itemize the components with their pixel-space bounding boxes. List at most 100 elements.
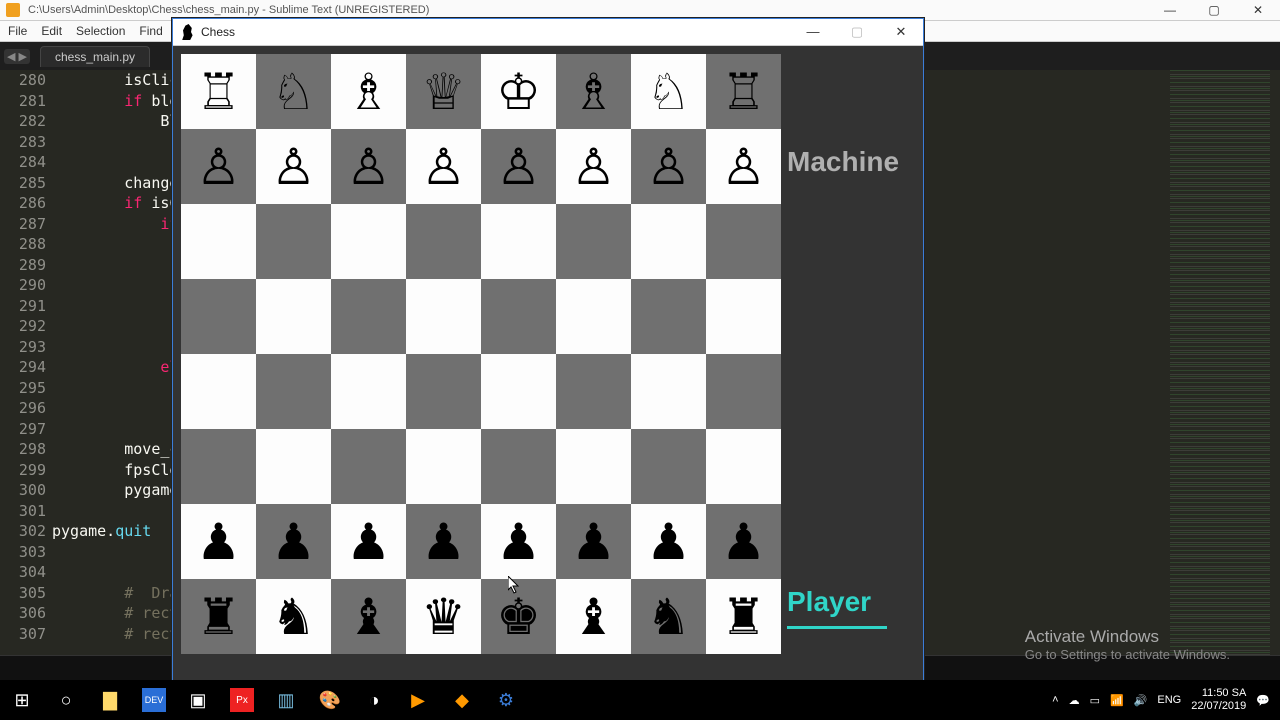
tray-battery-icon[interactable]: ▭ [1090, 694, 1100, 707]
square-3-3[interactable] [406, 279, 481, 354]
file-explorer-icon[interactable]: ▇ [88, 680, 132, 720]
square-0-6[interactable]: ♘ [631, 54, 706, 129]
square-3-0[interactable] [181, 279, 256, 354]
square-2-5[interactable] [556, 204, 631, 279]
media-player-icon[interactable]: ▶ [396, 680, 440, 720]
maximize-button[interactable]: ▢ [1192, 0, 1236, 20]
cortana-button[interactable]: ○ [44, 680, 88, 720]
square-7-3[interactable]: ♛ [406, 579, 481, 654]
square-4-4[interactable] [481, 354, 556, 429]
browser-icon[interactable]: ◑ [352, 680, 396, 720]
tray-clock[interactable]: 11:50 SA 22/07/2019 [1191, 687, 1246, 713]
chess-board[interactable]: ♖♘♗♕♔♗♘♖♙♙♙♙♙♙♙♙♟♟♟♟♟♟♟♟♜♞♝♛♚♝♞♜ [181, 54, 781, 654]
chess-minimize-button[interactable]: — [791, 19, 835, 45]
square-7-6[interactable]: ♞ [631, 579, 706, 654]
square-1-5[interactable]: ♙ [556, 129, 631, 204]
square-5-5[interactable] [556, 429, 631, 504]
square-5-0[interactable] [181, 429, 256, 504]
square-1-7[interactable]: ♙ [706, 129, 781, 204]
tray-lang[interactable]: ENG [1157, 694, 1181, 706]
terminal-icon[interactable]: ▣ [176, 680, 220, 720]
square-4-1[interactable] [256, 354, 331, 429]
notepad-icon[interactable]: ▥ [264, 680, 308, 720]
square-7-0[interactable]: ♜ [181, 579, 256, 654]
tray-volume-icon[interactable]: 🔊 [1134, 694, 1148, 707]
square-4-7[interactable] [706, 354, 781, 429]
square-2-0[interactable] [181, 204, 256, 279]
square-6-1[interactable]: ♟ [256, 504, 331, 579]
square-1-4[interactable]: ♙ [481, 129, 556, 204]
square-0-0[interactable]: ♖ [181, 54, 256, 129]
chess-titlebar[interactable]: Chess — ▢ ✕ [173, 19, 923, 46]
square-6-3[interactable]: ♟ [406, 504, 481, 579]
minimize-button[interactable]: — [1148, 0, 1192, 20]
square-6-5[interactable]: ♟ [556, 504, 631, 579]
square-2-3[interactable] [406, 204, 481, 279]
square-0-7[interactable]: ♖ [706, 54, 781, 129]
tab-chess-main[interactable]: chess_main.py [40, 46, 150, 67]
square-2-7[interactable] [706, 204, 781, 279]
square-5-4[interactable] [481, 429, 556, 504]
chess-maximize-button[interactable]: ▢ [835, 19, 879, 45]
square-0-5[interactable]: ♗ [556, 54, 631, 129]
square-5-7[interactable] [706, 429, 781, 504]
square-3-4[interactable] [481, 279, 556, 354]
system-tray[interactable]: ˄ ☁ ▭ 📶 🔊 ENG 11:50 SA 22/07/2019 💬 [1052, 687, 1280, 713]
square-0-2[interactable]: ♗ [331, 54, 406, 129]
square-1-1[interactable]: ♙ [256, 129, 331, 204]
nav-arrows[interactable]: ◀ ▶ [4, 49, 30, 64]
square-7-5[interactable]: ♝ [556, 579, 631, 654]
square-4-2[interactable] [331, 354, 406, 429]
square-2-2[interactable] [331, 204, 406, 279]
square-5-6[interactable] [631, 429, 706, 504]
square-0-1[interactable]: ♘ [256, 54, 331, 129]
square-6-7[interactable]: ♟ [706, 504, 781, 579]
chess-close-button[interactable]: ✕ [879, 19, 923, 45]
square-7-2[interactable]: ♝ [331, 579, 406, 654]
square-7-7[interactable]: ♜ [706, 579, 781, 654]
tray-notifications-icon[interactable]: 💬 [1256, 694, 1270, 707]
square-0-3[interactable]: ♕ [406, 54, 481, 129]
square-5-2[interactable] [331, 429, 406, 504]
square-5-3[interactable] [406, 429, 481, 504]
square-2-4[interactable] [481, 204, 556, 279]
square-6-2[interactable]: ♟ [331, 504, 406, 579]
menu-edit[interactable]: Edit [41, 24, 62, 38]
square-3-2[interactable] [331, 279, 406, 354]
tray-wifi-icon[interactable]: 📶 [1110, 694, 1124, 707]
square-4-0[interactable] [181, 354, 256, 429]
square-1-2[interactable]: ♙ [331, 129, 406, 204]
paint-icon[interactable]: 🎨 [308, 680, 352, 720]
sublime-icon[interactable]: ◆ [440, 680, 484, 720]
square-4-5[interactable] [556, 354, 631, 429]
square-2-6[interactable] [631, 204, 706, 279]
square-3-5[interactable] [556, 279, 631, 354]
tray-chevron-icon[interactable]: ˄ [1052, 694, 1058, 706]
close-button[interactable]: ✕ [1236, 0, 1280, 20]
dev-icon[interactable]: DEV [142, 688, 166, 712]
square-3-6[interactable] [631, 279, 706, 354]
square-4-6[interactable] [631, 354, 706, 429]
square-5-1[interactable] [256, 429, 331, 504]
square-7-1[interactable]: ♞ [256, 579, 331, 654]
app-icon-red[interactable]: Px [230, 688, 254, 712]
square-7-4[interactable]: ♚ [481, 579, 556, 654]
python-icon[interactable]: ⚙ [484, 680, 528, 720]
square-1-3[interactable]: ♙ [406, 129, 481, 204]
start-button[interactable]: ⊞ [0, 680, 44, 720]
square-1-0[interactable]: ♙ [181, 129, 256, 204]
square-6-0[interactable]: ♟ [181, 504, 256, 579]
square-6-4[interactable]: ♟ [481, 504, 556, 579]
square-2-1[interactable] [256, 204, 331, 279]
menu-file[interactable]: File [8, 24, 27, 38]
minimap[interactable] [1170, 70, 1270, 710]
square-1-6[interactable]: ♙ [631, 129, 706, 204]
square-0-4[interactable]: ♔ [481, 54, 556, 129]
square-3-1[interactable] [256, 279, 331, 354]
menu-selection[interactable]: Selection [76, 24, 125, 38]
square-4-3[interactable] [406, 354, 481, 429]
tray-cloud-icon[interactable]: ☁ [1069, 694, 1080, 707]
square-6-6[interactable]: ♟ [631, 504, 706, 579]
menu-find[interactable]: Find [139, 24, 162, 38]
square-3-7[interactable] [706, 279, 781, 354]
